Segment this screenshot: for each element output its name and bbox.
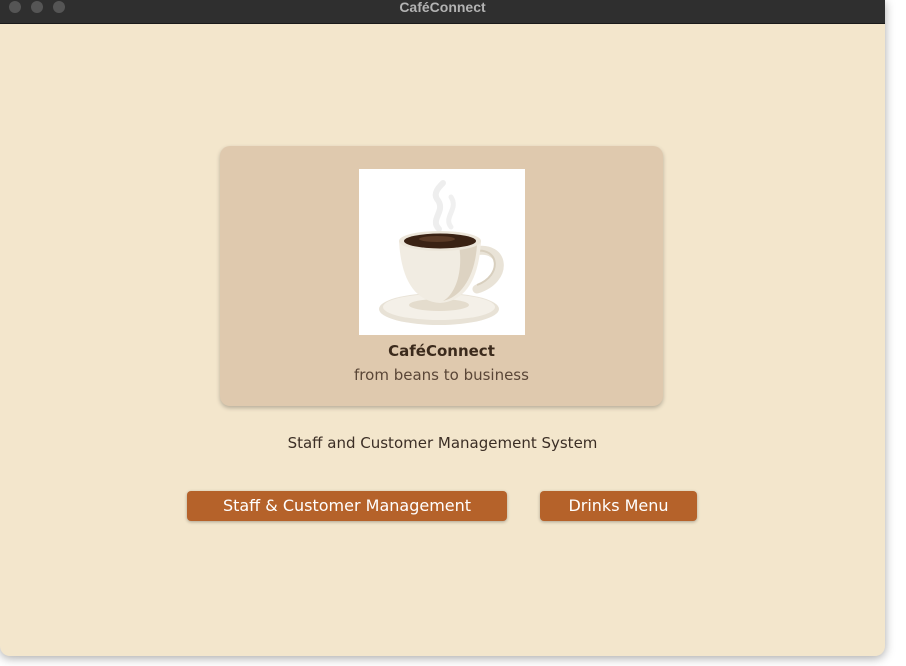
- drinks-menu-button[interactable]: Drinks Menu: [540, 491, 697, 521]
- staff-customer-management-button[interactable]: Staff & Customer Management: [187, 491, 507, 521]
- window-title: CaféConnect: [399, 0, 486, 15]
- brand-tagline: from beans to business: [354, 366, 529, 384]
- brand-name: CaféConnect: [388, 342, 495, 360]
- title-bar: CaféConnect: [0, 0, 885, 24]
- brand-card: CaféConnect from beans to business: [220, 146, 663, 406]
- app-window: CaféConnect CaféConnect from beans to bu…: [0, 0, 885, 656]
- system-subtitle: Staff and Customer Management System: [287, 434, 598, 452]
- logo-image: [359, 169, 525, 335]
- coffee-cup-icon: [379, 180, 504, 325]
